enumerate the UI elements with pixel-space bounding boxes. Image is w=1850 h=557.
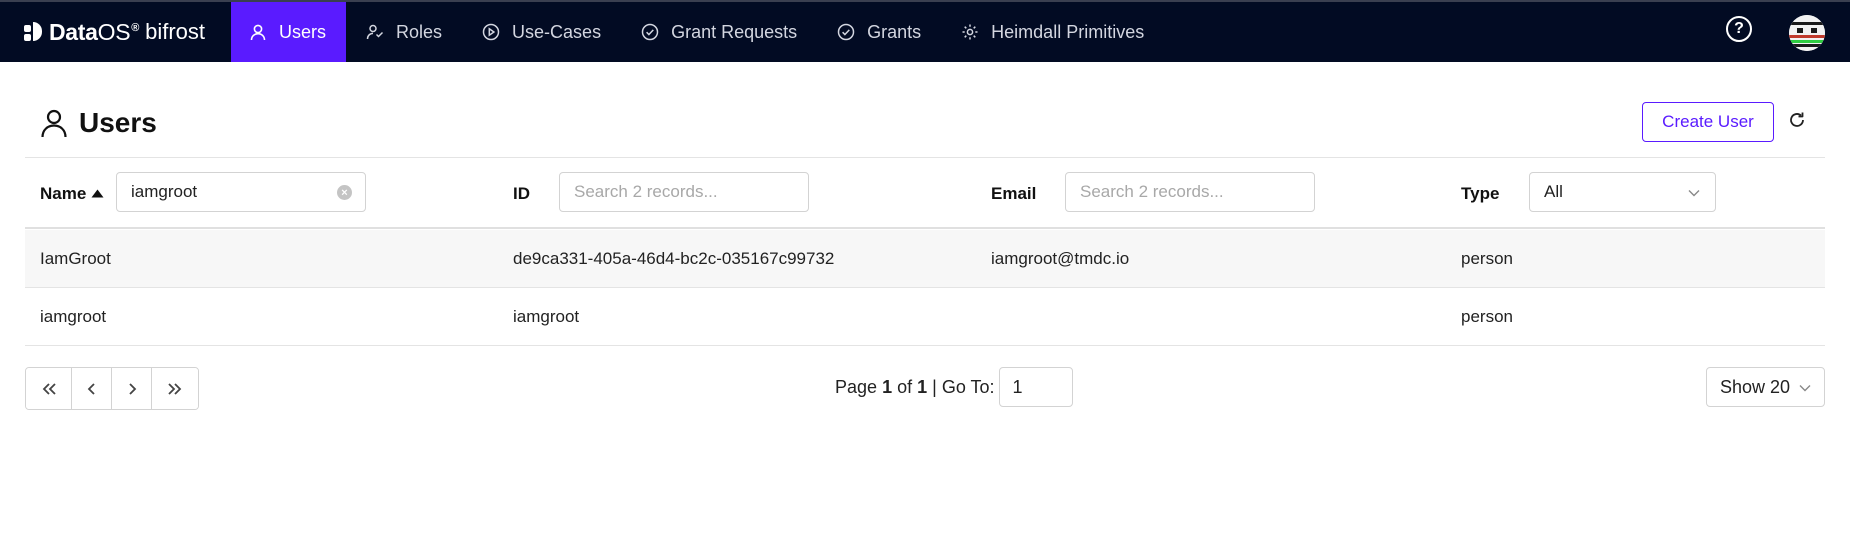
chevron-left-icon — [87, 382, 95, 395]
column-header-type[interactable]: Type — [1461, 158, 1499, 229]
chevron-down-icon — [1688, 190, 1700, 197]
nav-item-use-cases[interactable]: Use-Cases — [462, 2, 621, 62]
chevron-right-icon — [128, 382, 136, 395]
users-table: Name iamgroot × ID Search 2 records... E… — [25, 158, 1825, 346]
page-info: Page 1 of 1 | Go To: 1 — [835, 367, 1073, 407]
cell-id: iamgroot — [513, 307, 580, 326]
type-filter-select[interactable]: All — [1529, 172, 1716, 212]
nav-item-label: Users — [279, 21, 327, 42]
next-page-button[interactable] — [112, 368, 152, 409]
page-size-label: Show 20 — [1720, 376, 1791, 397]
refresh-icon[interactable] — [1785, 108, 1809, 132]
page-size-select[interactable]: Show 20 — [1706, 367, 1825, 407]
current-page: 1 — [882, 376, 893, 397]
nav-item-roles[interactable]: Roles — [346, 2, 462, 62]
roles-icon — [366, 23, 384, 41]
page-word: Page — [835, 376, 878, 397]
cell-id: de9ca331-405a-46d4-bc2c-035167c99732 — [513, 249, 835, 268]
help-text: ? — [1734, 20, 1744, 37]
id-filter-input[interactable]: Search 2 records... — [559, 172, 809, 212]
page-title-wrap: Users — [39, 107, 157, 139]
cell-name: iamgroot — [40, 307, 107, 326]
brand-product: bifrost — [145, 19, 206, 44]
cell-type: person — [1461, 307, 1513, 326]
table-row[interactable]: iamgroot iamgroot person — [25, 288, 1825, 346]
play-circle-icon — [482, 23, 500, 41]
check-circle-icon — [837, 23, 855, 41]
previous-page-button[interactable] — [72, 368, 112, 409]
nav-item-grants[interactable]: Grants — [817, 2, 941, 62]
nav-item-grant-requests[interactable]: Grant Requests — [621, 2, 817, 62]
page-title: Users — [79, 107, 157, 138]
nav-item-heimdall-primitives[interactable]: Heimdall Primitives — [941, 2, 1164, 62]
table-header: Name iamgroot × ID Search 2 records... E… — [25, 158, 1825, 229]
brand-registered: ® — [131, 21, 140, 34]
filter-placeholder: Search 2 records... — [574, 182, 718, 201]
create-user-button[interactable]: Create User — [1642, 102, 1774, 142]
total-pages: 1 — [917, 376, 928, 397]
chevrons-right-icon — [168, 382, 182, 395]
nav-item-label: Grants — [867, 21, 922, 42]
filter-value: iamgroot — [131, 182, 198, 201]
filter-value: All — [1544, 182, 1563, 201]
table-row[interactable]: IamGroot de9ca331-405a-46d4-bc2c-035167c… — [25, 230, 1825, 288]
user-icon — [249, 23, 267, 41]
chevron-down-icon — [1799, 385, 1811, 392]
nav-item-users[interactable]: Users — [231, 2, 347, 62]
nav-item-label: Use-Cases — [512, 21, 602, 42]
cell-email: iamgroot@tmdc.io — [991, 249, 1130, 268]
column-header-id[interactable]: ID — [513, 158, 530, 229]
column-label: Type — [1461, 183, 1500, 203]
goto-page-input[interactable]: 1 — [998, 367, 1073, 407]
filter-placeholder: Search 2 records... — [1080, 182, 1224, 201]
sort-asc-icon[interactable] — [91, 189, 104, 198]
nav-item-label: Roles — [396, 21, 443, 42]
cell-type: person — [1461, 249, 1513, 268]
column-header-email[interactable]: Email — [991, 158, 1036, 229]
column-label: Name — [40, 183, 87, 203]
cell-name: IamGroot — [40, 249, 111, 268]
column-label: ID — [513, 183, 530, 203]
check-circle-icon — [641, 23, 659, 41]
clear-icon[interactable]: × — [337, 185, 352, 200]
name-filter-input[interactable]: iamgroot × — [116, 172, 366, 212]
avatar[interactable] — [1789, 15, 1825, 51]
help-circle-icon[interactable]: ? — [1726, 16, 1752, 42]
of-word: of — [897, 376, 913, 397]
top-navigation-bar: DataOS® bifrost Users Roles Use-Cases Gr… — [0, 0, 1850, 62]
brand-os: OS — [97, 18, 131, 45]
email-filter-input[interactable]: Search 2 records... — [1065, 172, 1315, 212]
page-header: Users Create User — [25, 62, 1825, 158]
goto-value: 1 — [1012, 376, 1023, 397]
column-header-name[interactable]: Name — [40, 158, 104, 229]
main-nav: Users Roles Use-Cases Grant Requests Gra… — [231, 2, 1164, 62]
pagination-controls — [25, 367, 199, 410]
chevrons-left-icon — [42, 382, 56, 395]
gear-icon — [961, 23, 979, 41]
nav-item-label: Heimdall Primitives — [991, 21, 1145, 42]
nav-item-label: Grant Requests — [671, 21, 798, 42]
dataos-logo-icon — [24, 22, 44, 42]
last-page-button[interactable] — [152, 368, 198, 409]
first-page-button[interactable] — [26, 368, 72, 409]
goto-label: | Go To: — [932, 376, 995, 397]
user-icon — [41, 109, 67, 138]
brand-logo[interactable]: DataOS® bifrost — [24, 2, 205, 62]
column-label: Email — [991, 183, 1037, 203]
brand-name: Data — [49, 18, 98, 45]
